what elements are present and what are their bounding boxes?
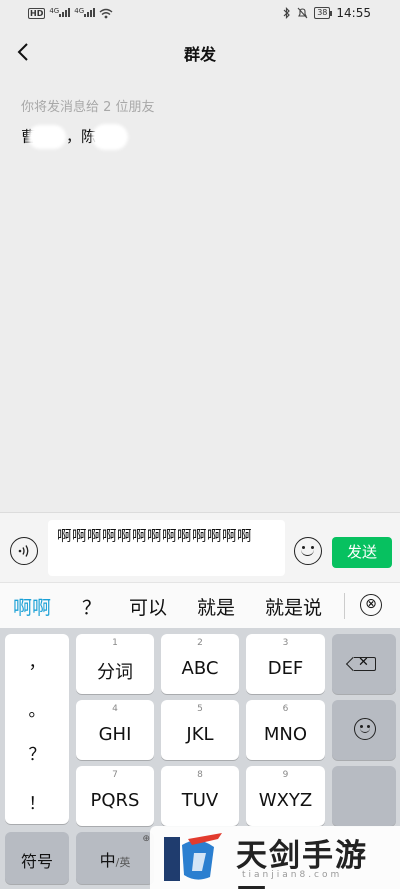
language-switch-key[interactable]: 中/英 ⊕ bbox=[76, 832, 154, 884]
watermark-url: tianjian8.com bbox=[242, 870, 343, 880]
composer-bar: 啊啊啊啊啊啊啊啊啊啊啊啊啊 发送 bbox=[0, 512, 400, 582]
punct-key[interactable]: ， bbox=[5, 648, 69, 673]
enter-key[interactable] bbox=[332, 766, 396, 826]
battery-icon: 38 bbox=[314, 7, 333, 19]
candidate-item[interactable]: 就是 bbox=[197, 593, 235, 620]
candidate-item[interactable]: 就是说 bbox=[265, 593, 322, 620]
candidate-item[interactable]: 可以 bbox=[129, 593, 167, 620]
candidate-divider bbox=[344, 593, 345, 619]
wifi-icon bbox=[99, 8, 113, 19]
recipient-separator: ， bbox=[66, 127, 82, 146]
symbol-key[interactable]: 符号 bbox=[5, 832, 69, 884]
candidate-item[interactable]: 啊啊 bbox=[13, 593, 51, 620]
status-bar: HD 4G 4G 38 14:55 bbox=[0, 0, 400, 28]
key-6[interactable]: 6 MNO bbox=[246, 700, 325, 760]
punctuation-column: ， 。 ？ ！ bbox=[5, 634, 69, 824]
status-left: HD 4G 4G bbox=[28, 7, 113, 20]
backspace-icon: ✕ bbox=[354, 655, 376, 671]
bluetooth-icon bbox=[283, 7, 291, 19]
status-right: 38 14:55 bbox=[283, 6, 371, 20]
candidate-item[interactable]: ？ bbox=[82, 593, 101, 620]
watermark-text: 天剑手游网 bbox=[236, 838, 368, 889]
page-title: 群发 bbox=[183, 45, 216, 64]
nav-bar: 群发 bbox=[0, 28, 400, 76]
globe-icon: ⊕ bbox=[142, 834, 150, 844]
voice-button[interactable] bbox=[10, 537, 38, 565]
key-3[interactable]: 3 DEF bbox=[246, 634, 325, 694]
key-8[interactable]: 8 TUV bbox=[161, 766, 239, 826]
key-9[interactable]: 9 WXYZ bbox=[246, 766, 325, 826]
emoji-icon bbox=[301, 549, 314, 556]
redacted-name-blur bbox=[28, 125, 67, 149]
watermark-logo bbox=[164, 833, 222, 881]
punct-key[interactable]: ！ bbox=[5, 789, 69, 814]
punct-key[interactable]: 。 bbox=[5, 696, 69, 721]
key-5[interactable]: 5 JKL bbox=[161, 700, 239, 760]
ime-candidate-bar: 啊啊 ？ 可以 就是 就是说 ⊗ bbox=[0, 582, 400, 628]
punct-key[interactable]: ？ bbox=[5, 740, 69, 765]
key-1[interactable]: 1 分词 bbox=[76, 634, 154, 694]
key-4[interactable]: 4 GHI bbox=[76, 700, 154, 760]
signal-icon: 4G bbox=[49, 7, 71, 20]
backspace-key[interactable]: ✕ bbox=[332, 634, 396, 694]
watermark: 天剑手游网 tianjian8.com bbox=[150, 826, 400, 889]
message-input[interactable]: 啊啊啊啊啊啊啊啊啊啊啊啊啊 bbox=[48, 520, 285, 576]
emoji-button[interactable] bbox=[294, 537, 322, 565]
send-button[interactable]: 发送 bbox=[332, 537, 392, 568]
voice-icon bbox=[18, 545, 29, 557]
emoji-key[interactable] bbox=[332, 700, 396, 760]
smile-icon bbox=[354, 718, 376, 740]
clock: 14:55 bbox=[336, 6, 371, 20]
key-2[interactable]: 2 ABC bbox=[161, 634, 239, 694]
redacted-name-blur-2 bbox=[92, 124, 129, 150]
recipients-hint: 你将发消息给 2 位朋友 bbox=[21, 100, 155, 115]
close-candidates-icon[interactable]: ⊗ bbox=[360, 594, 382, 616]
signal-icon-2: 4G bbox=[74, 7, 96, 20]
key-7[interactable]: 7 PQRS bbox=[76, 766, 154, 826]
mute-bell-icon bbox=[297, 7, 308, 19]
recipient-list: 曹，陈 bbox=[21, 124, 129, 150]
hd-badge: HD bbox=[28, 8, 46, 19]
